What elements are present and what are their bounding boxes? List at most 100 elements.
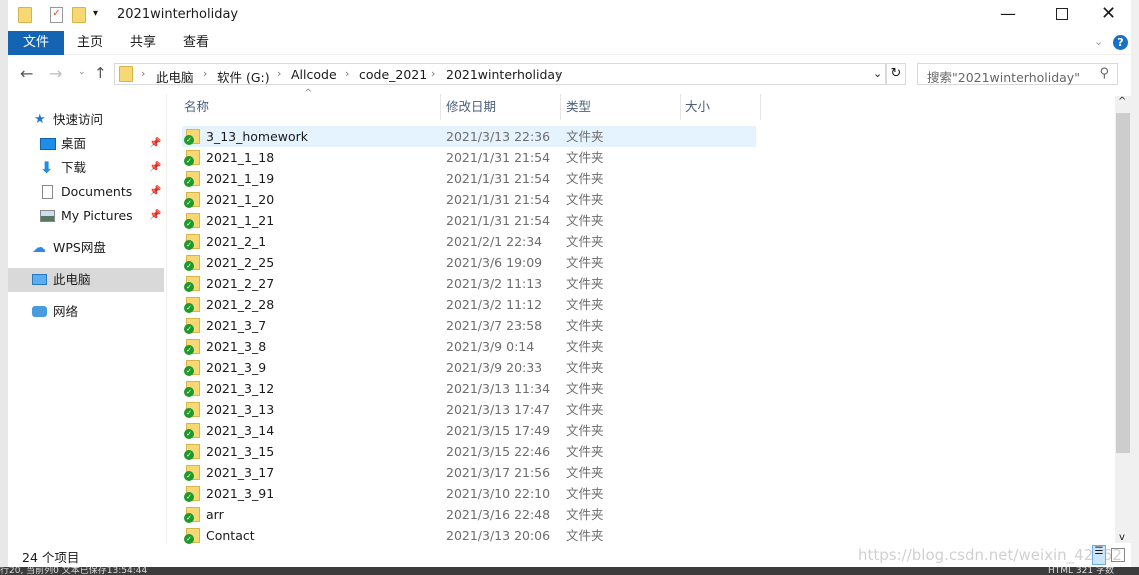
breadcrumb-item[interactable]: 此电脑 bbox=[156, 67, 194, 86]
network-icon bbox=[32, 306, 47, 317]
file-row[interactable]: ✓ 2021_3_13 2021/3/13 17:47 文件夹 bbox=[182, 399, 756, 420]
file-date: 2021/1/31 21:54 bbox=[446, 192, 551, 207]
file-date: 2021/3/9 20:33 bbox=[446, 360, 543, 375]
file-date: 2021/3/9 0:14 bbox=[446, 339, 535, 354]
title-bar: ✓ ▾ 2021winterholiday — ✕ bbox=[8, 0, 1131, 31]
back-button[interactable]: ← bbox=[20, 64, 33, 83]
file-row[interactable]: ✓ 2021_3_9 2021/3/9 20:33 文件夹 bbox=[182, 357, 756, 378]
sync-check-icon: ✓ bbox=[184, 450, 194, 460]
breadcrumb-item[interactable]: 软件 (G:) bbox=[217, 67, 270, 86]
column-header-date[interactable]: 修改日期 bbox=[446, 96, 496, 120]
file-row[interactable]: ✓ 2021_2_27 2021/3/2 11:13 文件夹 bbox=[182, 273, 756, 294]
sidebar-item-my-pictures[interactable]: My Pictures 📌 bbox=[8, 204, 164, 228]
file-type: 文件夹 bbox=[566, 213, 604, 228]
breadcrumb-item[interactable]: code_2021 bbox=[359, 67, 427, 82]
minimize-button[interactable]: — bbox=[1000, 4, 1016, 23]
file-row[interactable]: ✓ 3_13_homework 2021/3/13 22:36 文件夹 bbox=[182, 126, 756, 147]
tab-share[interactable]: 共享 bbox=[123, 31, 163, 55]
file-row[interactable]: ✓ 2021_1_18 2021/1/31 21:54 文件夹 bbox=[182, 147, 756, 168]
column-divider[interactable] bbox=[760, 94, 761, 120]
file-row[interactable]: ✓ 2021_1_21 2021/1/31 21:54 文件夹 bbox=[182, 210, 756, 231]
refresh-button[interactable]: ↻ bbox=[886, 63, 906, 85]
scrollbar-thumb[interactable] bbox=[1116, 113, 1130, 453]
vertical-scrollbar[interactable]: ^ v bbox=[1115, 96, 1131, 543]
address-bar[interactable]: › 此电脑 › 软件 (G:) › Allcode › code_2021 › 2021w… bbox=[114, 63, 886, 85]
file-date: 2021/2/1 22:34 bbox=[446, 234, 543, 249]
file-row[interactable]: ✓ 2021_1_19 2021/1/31 21:54 文件夹 bbox=[182, 168, 756, 189]
file-date: 2021/3/13 11:34 bbox=[446, 381, 551, 396]
breadcrumb-item[interactable]: 2021winterholiday bbox=[446, 67, 562, 82]
sync-check-icon: ✓ bbox=[184, 261, 194, 271]
sync-check-icon: ✓ bbox=[184, 513, 194, 523]
sidebar-item-desktop[interactable]: 桌面 📌 bbox=[8, 132, 164, 156]
expand-ribbon-icon[interactable]: ⌄ bbox=[1094, 35, 1103, 48]
sidebar-item-downloads[interactable]: ⬇ 下载 📌 bbox=[8, 156, 164, 180]
file-row[interactable]: ✓ 2021_3_14 2021/3/15 17:49 文件夹 bbox=[182, 420, 756, 441]
help-icon[interactable]: ? bbox=[1113, 35, 1128, 50]
column-divider[interactable] bbox=[560, 94, 561, 120]
sidebar-item-label: 桌面 bbox=[61, 136, 87, 151]
file-name: 2021_2_27 bbox=[206, 276, 275, 291]
new-folder-icon[interactable] bbox=[72, 7, 86, 23]
scroll-down-icon[interactable]: v bbox=[1119, 532, 1125, 543]
file-row[interactable]: ✓ 2021_3_12 2021/3/13 11:34 文件夹 bbox=[182, 378, 756, 399]
recent-locations-icon[interactable]: ⌄ bbox=[78, 67, 86, 77]
sidebar-item-documents[interactable]: Documents 📌 bbox=[8, 180, 164, 204]
address-dropdown-icon[interactable]: ⌄ bbox=[873, 67, 882, 80]
details-view-button[interactable]: ☰ bbox=[1092, 545, 1106, 565]
file-row[interactable]: ✓ 2021_3_15 2021/3/15 22:46 文件夹 bbox=[182, 441, 756, 462]
file-date: 2021/3/2 11:13 bbox=[446, 276, 543, 291]
sidebar-item-quick-access[interactable]: ★ 快速访问 bbox=[8, 108, 164, 132]
file-type: 文件夹 bbox=[566, 192, 604, 207]
breadcrumb-item[interactable]: Allcode bbox=[291, 67, 337, 82]
column-divider[interactable] bbox=[680, 94, 681, 120]
file-type: 文件夹 bbox=[566, 150, 604, 165]
file-type: 文件夹 bbox=[566, 234, 604, 249]
sync-check-icon: ✓ bbox=[184, 324, 194, 334]
file-type: 文件夹 bbox=[566, 444, 604, 459]
up-button[interactable]: ↑ bbox=[94, 64, 107, 82]
tab-home[interactable]: 主页 bbox=[70, 31, 110, 55]
file-type: 文件夹 bbox=[566, 129, 604, 144]
column-header-name[interactable]: 名称 bbox=[184, 96, 209, 120]
file-row[interactable]: ✓ 2021_2_25 2021/3/6 19:09 文件夹 bbox=[182, 252, 756, 273]
pane-divider[interactable] bbox=[166, 94, 167, 544]
sidebar-item-this-pc[interactable]: 此电脑 bbox=[8, 268, 164, 292]
file-row[interactable]: ✓ 2021_2_28 2021/3/2 11:12 文件夹 bbox=[182, 294, 756, 315]
download-icon: ⬇ bbox=[40, 158, 54, 177]
search-input[interactable]: 搜索"2021winterholiday" ⚲ bbox=[917, 63, 1118, 85]
close-button[interactable]: ✕ bbox=[1101, 3, 1116, 24]
pin-icon[interactable]: 📌 bbox=[149, 132, 161, 156]
sidebar-item-wps-cloud[interactable]: ☁ WPS网盘 bbox=[8, 236, 164, 260]
file-row[interactable]: ✓ 2021_3_17 2021/3/17 21:56 文件夹 bbox=[182, 462, 756, 483]
file-row[interactable]: ✓ 2021_2_1 2021/2/1 22:34 文件夹 bbox=[182, 231, 756, 252]
file-row[interactable]: ✓ 2021_1_20 2021/1/31 21:54 文件夹 bbox=[182, 189, 756, 210]
quick-access-dropdown-icon[interactable]: ▾ bbox=[93, 8, 98, 19]
file-date: 2021/3/2 11:12 bbox=[446, 297, 543, 312]
tab-file[interactable]: 文件 bbox=[8, 31, 64, 55]
file-row[interactable]: ✓ 2021_3_91 2021/3/10 22:10 文件夹 bbox=[182, 483, 756, 504]
file-type: 文件夹 bbox=[566, 255, 604, 270]
editor-status-right: HTML 321 字数 bbox=[1048, 567, 1114, 575]
pin-icon[interactable]: 📌 bbox=[149, 156, 161, 180]
forward-button[interactable]: → bbox=[49, 64, 62, 83]
large-icons-view-button[interactable] bbox=[1111, 548, 1125, 562]
sync-check-icon: ✓ bbox=[184, 135, 194, 145]
file-row[interactable]: ✓ 2021_3_8 2021/3/9 0:14 文件夹 bbox=[182, 336, 756, 357]
pin-icon[interactable]: 📌 bbox=[149, 180, 161, 204]
file-row[interactable]: ✓ 2021_3_7 2021/3/7 23:58 文件夹 bbox=[182, 315, 756, 336]
file-row[interactable]: ✓ arr 2021/3/16 22:48 文件夹 bbox=[182, 504, 756, 525]
column-header-size[interactable]: 大小 bbox=[685, 96, 710, 120]
maximize-button[interactable] bbox=[1056, 8, 1068, 20]
sidebar-item-network[interactable]: 网络 bbox=[8, 300, 164, 324]
search-icon[interactable]: ⚲ bbox=[1099, 66, 1109, 81]
watermark: https://blog.csdn.net/weixin_42962 bbox=[858, 546, 1122, 564]
column-header-type[interactable]: 类型 bbox=[566, 96, 591, 120]
column-divider[interactable] bbox=[440, 94, 441, 120]
scroll-up-icon[interactable]: ^ bbox=[1118, 96, 1126, 107]
file-row[interactable]: ✓ Contact 2021/3/13 20:06 文件夹 bbox=[182, 525, 756, 546]
file-date: 2021/3/7 23:58 bbox=[446, 318, 543, 333]
properties-icon[interactable]: ✓ bbox=[50, 7, 63, 23]
tab-view[interactable]: 查看 bbox=[176, 31, 216, 55]
pin-icon[interactable]: 📌 bbox=[149, 204, 161, 228]
